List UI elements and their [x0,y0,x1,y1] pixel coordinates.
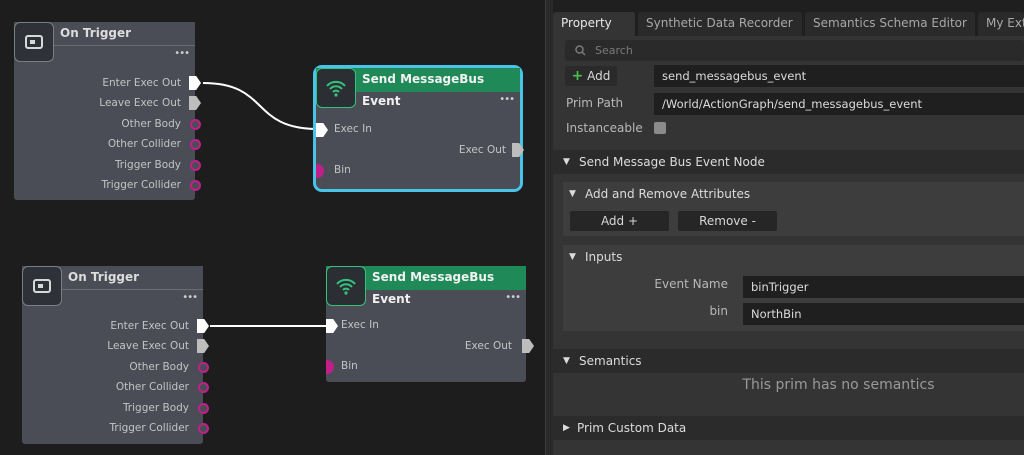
port-exec-in: Exec In [334,123,372,135]
bin-label: bin [709,304,728,318]
port-trigger-body: Trigger Body [122,402,189,414]
output-pin[interactable] [198,382,209,393]
exec-in-pin[interactable] [316,123,328,137]
section-node[interactable]: ▼ Send Message Bus Event Node [553,150,1024,174]
event-name-field[interactable]: binTrigger [743,276,1024,298]
trigger-icon [22,266,62,306]
port-exec-out: Exec Out [464,340,512,352]
inputs-body: Event Name binTrigger bin NorthBin [563,269,1024,331]
tab-semantics-schema-editor[interactable]: Semantics Schema Editor [805,12,975,36]
action-graph-canvas[interactable]: On Trigger ••• Enter Exec Out Leave Exec… [0,0,545,455]
output-pin[interactable] [198,403,209,414]
collapse-triangle-icon: ▼ [563,356,570,366]
bin-input-pin[interactable] [316,164,324,178]
port-bin: Bin [334,164,351,176]
output-pin[interactable] [190,160,201,171]
on-trigger-node-2[interactable]: On Trigger ••• Enter Exec Out Leave Exec… [22,266,209,444]
port-leave-exec-out: Leave Exec Out [99,97,181,109]
search-placeholder: Search [595,44,633,57]
collapse-triangle-icon: ▼ [569,189,576,199]
output-pin[interactable] [198,362,209,373]
collapse-triangle-icon: ▼ [569,252,576,262]
port-enter-exec-out: Enter Exec Out [110,320,189,332]
node-menu-dots[interactable]: ••• [174,48,190,59]
wire-enter-exec[interactable] [202,82,319,130]
port-other-collider: Other Collider [115,381,189,393]
port-other-body: Other Body [121,118,181,130]
prim-name-field[interactable]: send_messagebus_event [654,65,1024,87]
property-panel: Property Synthetic Data Recorder Semanti… [553,0,1024,455]
tab-my-ext[interactable]: My Ext [978,12,1024,36]
port-other-body: Other Body [129,361,189,373]
plus-icon: + [571,68,584,84]
node-menu-dots[interactable]: ••• [182,292,198,303]
subsection-add-remove-title: Add and Remove Attributes [585,187,751,201]
send-messagebus-node-1[interactable]: Send MessageBus Event ••• Exec In Exec O… [313,65,524,192]
port-enter-exec-out: Enter Exec Out [102,77,181,89]
expand-triangle-icon: ▶ [563,423,570,433]
section-custom-data[interactable]: ▶ Prim Custom Data [553,416,1024,440]
section-semantics[interactable]: ▼ Semantics [553,349,1024,373]
node-menu-dots[interactable]: ••• [505,292,521,303]
prim-path-label: Prim Path [566,96,624,110]
broadcast-icon [326,266,366,306]
add-attribute-button[interactable]: Add + [570,211,669,231]
event-name-label: Event Name [654,277,728,291]
search-input[interactable]: Search [565,40,1024,61]
add-remove-body: Add + Remove - [563,206,1024,236]
subsection-inputs[interactable]: ▼ Inputs [563,245,1024,269]
property-body: Search + Add send_messagebus_event Prim … [553,36,1024,455]
tab-synthetic-data-recorder[interactable]: Synthetic Data Recorder [638,12,802,36]
on-trigger-node-1[interactable]: On Trigger ••• Enter Exec Out Leave Exec… [14,22,201,200]
port-bin: Bin [341,360,358,372]
bin-input-pin[interactable] [326,360,334,374]
broadcast-icon [316,68,356,108]
panel-splitter[interactable] [545,0,553,455]
tab-property[interactable]: Property [553,12,635,36]
subsection-inputs-title: Inputs [585,250,623,264]
port-other-collider: Other Collider [107,138,181,150]
remove-attribute-button[interactable]: Remove - [678,211,777,231]
port-exec-out: Exec Out [458,144,506,156]
collapse-triangle-icon: ▼ [563,157,570,167]
instanceable-label: Instanceable [566,121,643,135]
section-semantics-title: Semantics [579,354,642,368]
add-button[interactable]: + Add [565,66,617,86]
output-pin[interactable] [190,180,201,191]
port-trigger-collider: Trigger Collider [109,422,190,434]
no-semantics-message: This prim has no semantics [742,377,935,393]
send-messagebus-node-2[interactable]: Send MessageBus Event ••• Exec In Exec O… [326,266,534,382]
output-pin[interactable] [190,119,201,130]
section-node-title: Send Message Bus Event Node [579,155,765,169]
prim-path-field[interactable]: /World/ActionGraph/send_messagebus_event [654,93,1024,115]
port-exec-in: Exec In [341,319,379,331]
port-trigger-body: Trigger Body [114,159,181,171]
port-trigger-collider: Trigger Collider [101,179,182,191]
trigger-icon [14,22,54,62]
search-icon [575,45,586,56]
exec-in-pin[interactable] [326,319,338,333]
panel-tabs: Property Synthetic Data Recorder Semanti… [553,12,1024,36]
add-label: Add [587,69,611,83]
subsection-add-remove[interactable]: ▼ Add and Remove Attributes [563,182,1024,206]
output-pin[interactable] [198,423,209,434]
section-custom-data-title: Prim Custom Data [577,421,687,435]
port-leave-exec-out: Leave Exec Out [107,340,189,352]
output-pin[interactable] [190,139,201,150]
node-menu-dots[interactable]: ••• [499,94,515,105]
instanceable-checkbox[interactable] [654,122,666,134]
bin-field[interactable]: NorthBin [743,303,1024,325]
